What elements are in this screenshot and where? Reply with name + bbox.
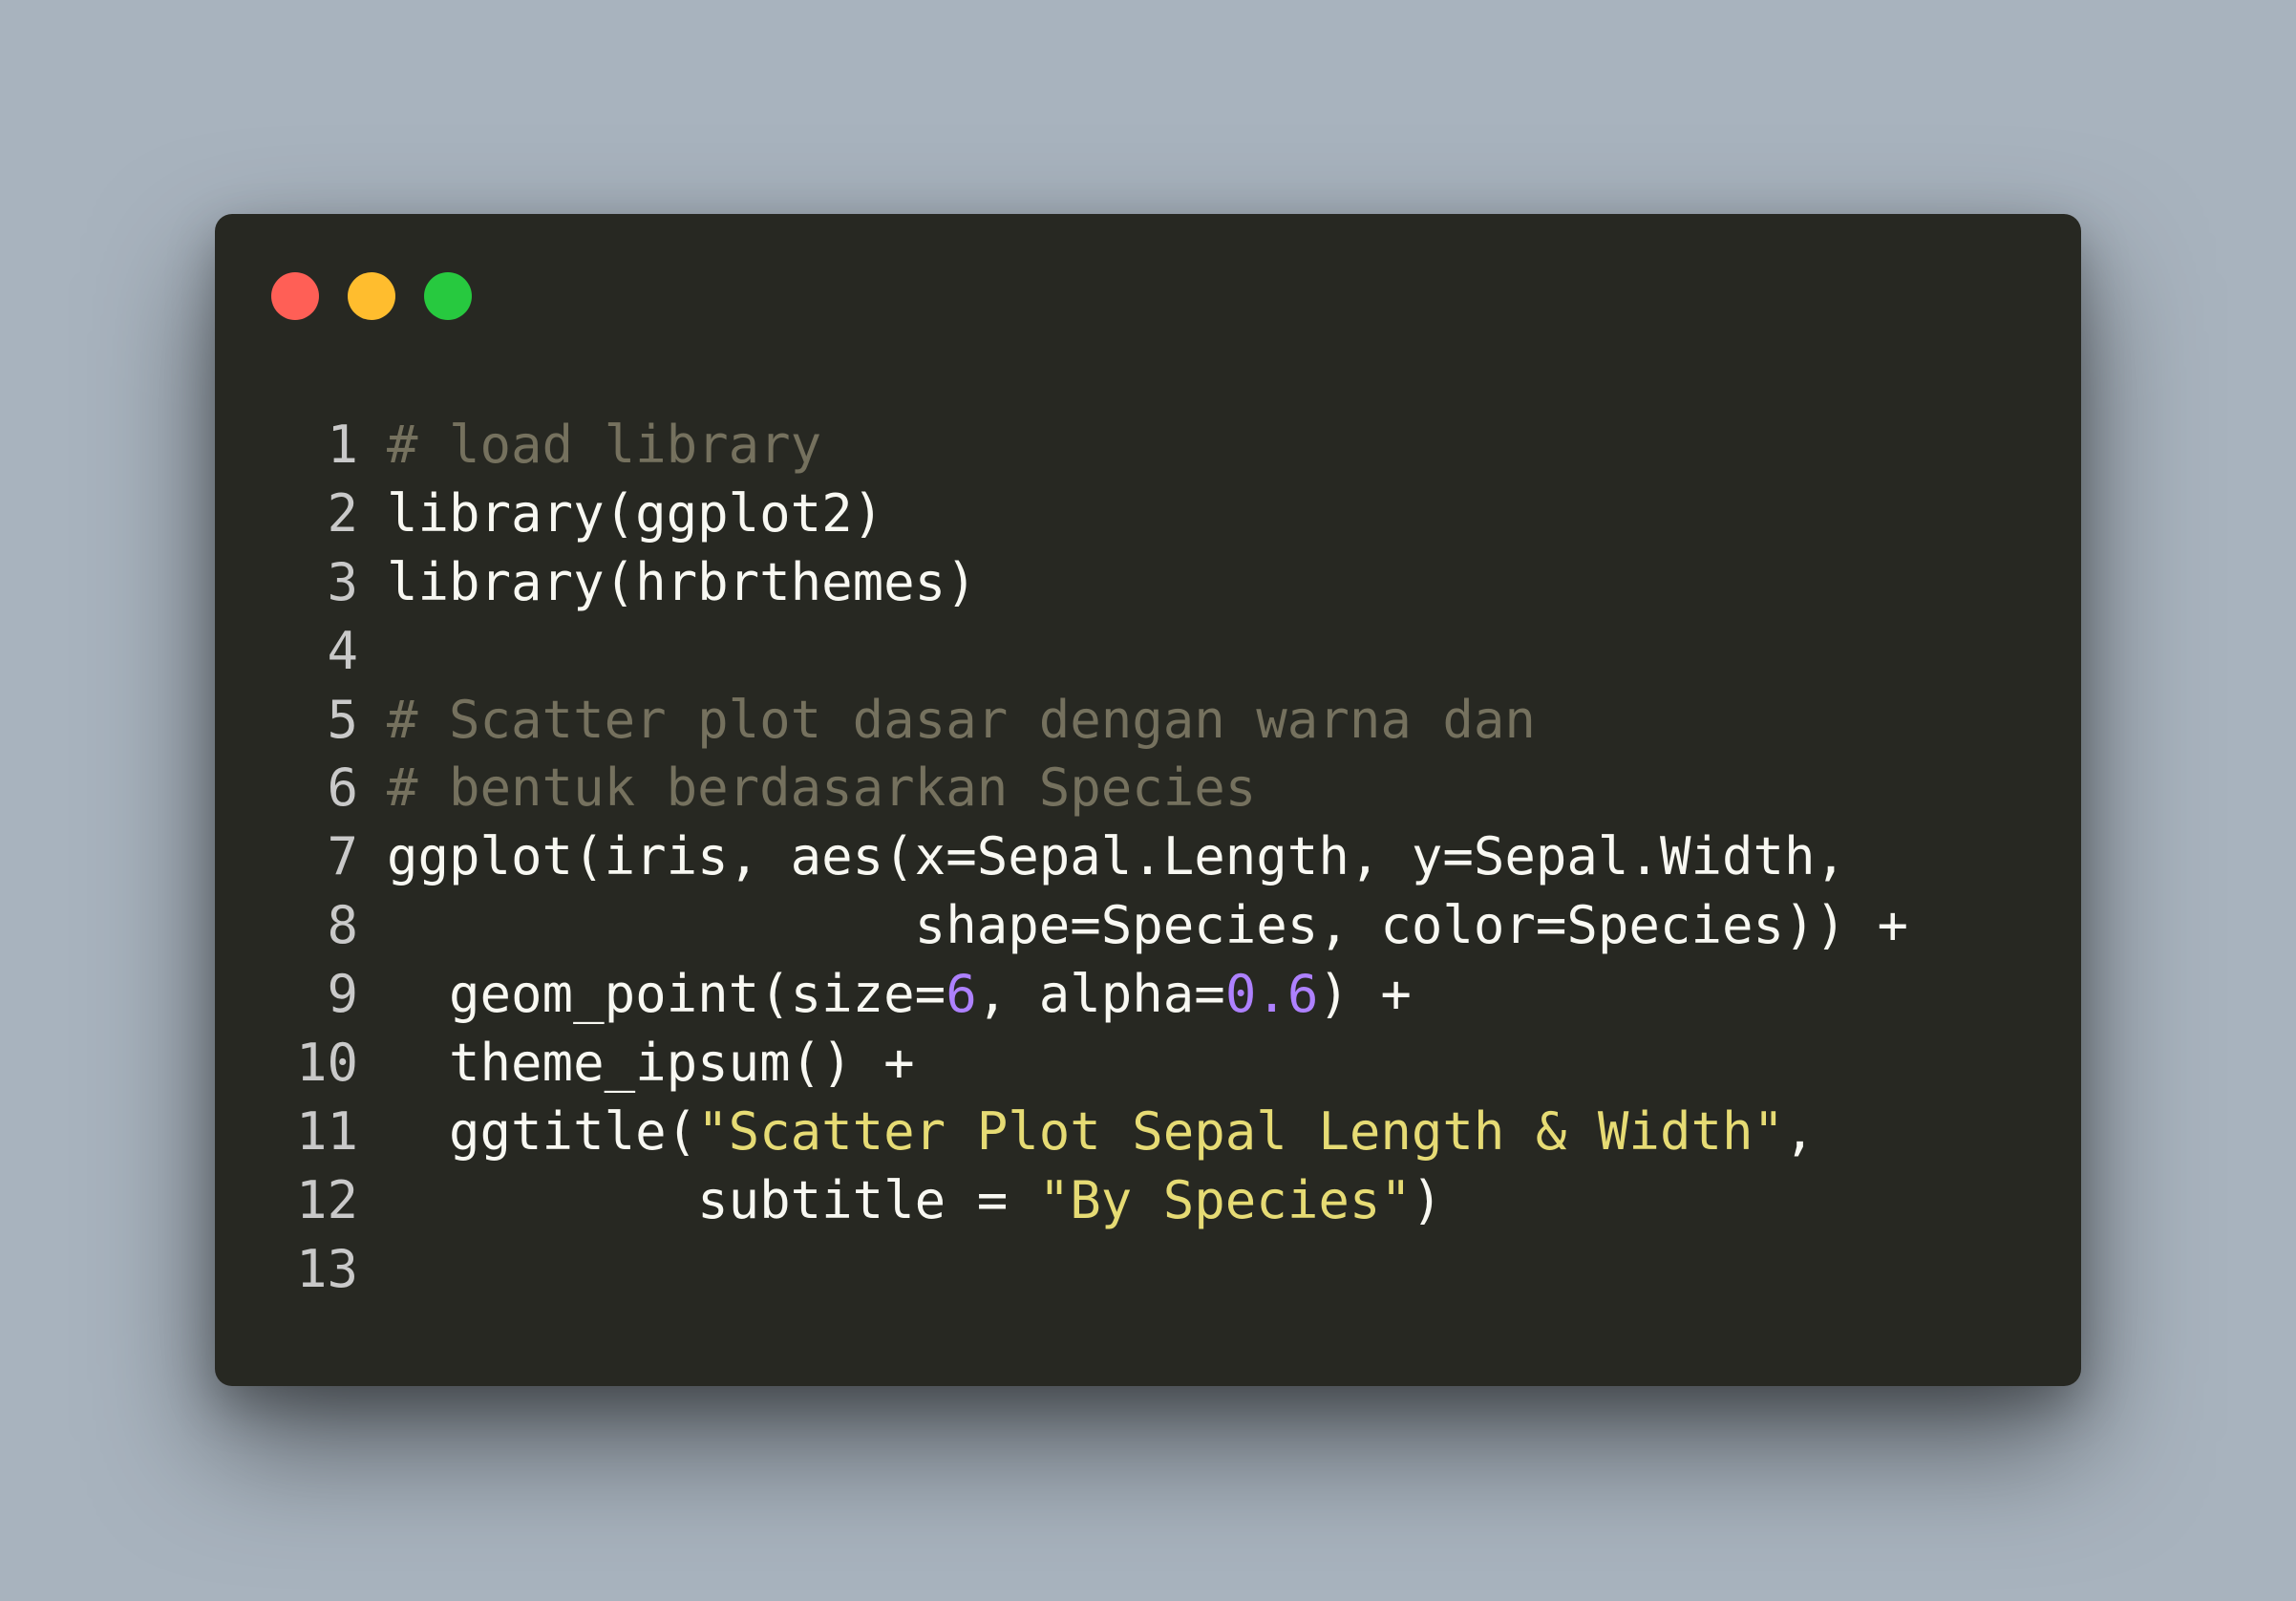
code-line: 7 ggplot(iris, aes(x=Sepal.Length, y=Sepa… [0,822,2296,891]
line-number: 11 [295,1100,358,1162]
code-token-plain: subtitle = [387,1169,1039,1230]
code-token-plain: ) [1411,1169,1443,1230]
code-token-plain: , alpha= [976,964,1225,1025]
code-token-plain: library(ggplot2) [387,482,884,544]
code-line: 5 # Scatter plot dasar dengan warna dan [0,686,2296,755]
code-line: 11 ggtitle("Scatter Plot Sepal Length & … [0,1098,2296,1166]
code-token-string: "Scatter Plot Sepal Length & Width" [697,1100,1784,1162]
code-line: 9 geom_point(size=6, alpha=0.6) + [0,960,2296,1029]
code-line: 2 library(ggplot2) [0,480,2296,548]
code-block: 1 # load library 2 library(ggplot2) 3 library… [0,411,2296,1304]
line-number: 10 [295,1033,358,1094]
line-number: 1 [327,415,358,475]
code-token-plain: library(hrbrthemes) [387,551,977,612]
code-token-comment: # load library [387,415,822,475]
minimize-window-button[interactable] [348,272,395,320]
code-line: 13 [0,1235,2296,1304]
code-line: 10 theme_ipsum() + [0,1029,2296,1098]
code-token-number: 0.6 [1224,964,1319,1025]
code-token-plain: shape=Species, color=Species)) + [387,895,1909,956]
line-number: 2 [327,482,358,544]
code-token-comment: # bentuk berdasarkan Species [387,758,1257,819]
code-line: 3 library(hrbrthemes) [0,548,2296,617]
line-number: 12 [295,1169,358,1230]
code-token-plain: ggplot(iris, aes(x=Sepal.Length, y=Sepal… [387,826,1847,887]
code-token-plain: ggtitle( [387,1100,698,1162]
code-token-string: "By Species" [1038,1169,1412,1230]
line-number: 9 [327,964,358,1025]
line-number: 13 [295,1238,358,1299]
line-number: 6 [327,758,358,819]
line-number: 5 [327,689,358,750]
line-number: 4 [327,620,358,681]
code-line: 6 # bentuk berdasarkan Species [0,754,2296,822]
code-line: 4 [0,617,2296,686]
maximize-window-button[interactable] [424,272,472,320]
code-token-plain: geom_point(size= [387,964,946,1025]
line-number: 7 [327,826,358,887]
code-token-number: 6 [946,964,977,1025]
line-number: 8 [327,895,358,956]
code-line: 8 shape=Species, color=Species)) + [0,891,2296,960]
code-line: 12 subtitle = "By Species") [0,1166,2296,1235]
close-window-button[interactable] [271,272,319,320]
line-number: 3 [327,551,358,612]
code-token-comment: # Scatter plot dasar dengan warna dan [387,689,1536,750]
code-token-plain: ) + [1318,964,1412,1025]
code-token-plain: , [1784,1100,1816,1162]
code-token-plain: theme_ipsum() + [387,1033,915,1094]
code-line: 1 # load library [0,411,2296,480]
